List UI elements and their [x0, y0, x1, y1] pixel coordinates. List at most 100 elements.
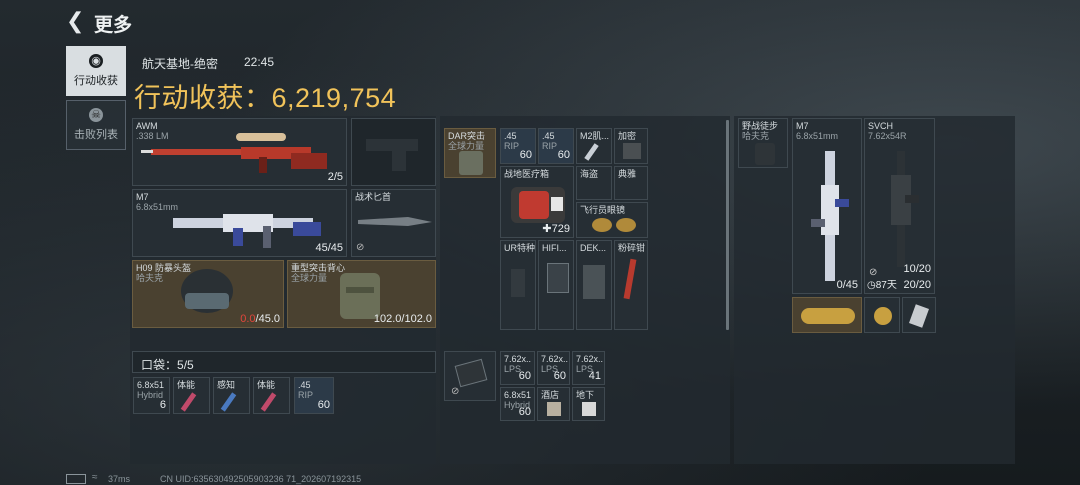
- item-label: 粉碎钳: [618, 243, 646, 253]
- ammo-count: 20/20: [903, 279, 931, 291]
- pliers-icon: [623, 258, 637, 300]
- medkit-slot[interactable]: 战地医疗箱 ✚729: [500, 166, 574, 238]
- bag-item[interactable]: 酒店: [537, 387, 570, 421]
- item-label: 7.62x..: [541, 354, 569, 364]
- ammo-count: 45/45: [315, 242, 343, 254]
- goggles-icon: [592, 218, 636, 232]
- magazine-count: 10/20: [903, 263, 931, 275]
- tab-loot-label: 行动收获: [74, 75, 118, 87]
- no-mod-icon: ⊘: [356, 242, 365, 253]
- stored-weapon-svch[interactable]: SVCH 7.62x54R ⊘ 10/20 ◷87天 20/20: [864, 118, 935, 294]
- syringe-icon: [260, 392, 277, 412]
- item-label: 6.8x51: [504, 390, 532, 400]
- helmet-slot[interactable]: H09 防暴头盔 哈夫克 0.0/45.0: [132, 260, 284, 328]
- coin-icon: [874, 307, 892, 325]
- item-label: 体能: [177, 380, 196, 390]
- chest-item[interactable]: .45 RIP 60: [500, 128, 536, 164]
- pocket-item[interactable]: 感知: [213, 377, 250, 414]
- chest-item[interactable]: 飞行员眼镜: [576, 202, 648, 238]
- item-count: 41: [588, 370, 601, 382]
- syringe-icon: [180, 392, 197, 412]
- pocket-title: 口袋：: [141, 358, 178, 372]
- knife-slot[interactable]: 战术匕首 ⊘: [351, 189, 436, 257]
- pocket-count: 5/5: [177, 358, 194, 372]
- bag-item[interactable]: 7.62x.. LPS 41: [572, 351, 605, 385]
- syringe-icon: [220, 392, 237, 412]
- pocket-item[interactable]: 6.8x51 Hybrid 6: [133, 377, 170, 414]
- helmet-durability: 0.0/45.0: [240, 313, 280, 325]
- chest-item[interactable]: 典雅: [614, 166, 648, 200]
- tab-loot[interactable]: ◉ 行动收获: [66, 46, 126, 96]
- weapon-slot-awm[interactable]: AWM .338 LM 2/5: [132, 118, 347, 186]
- back-arrow-icon[interactable]: ❮: [66, 10, 86, 32]
- chest-item[interactable]: HIFI...: [538, 240, 574, 330]
- item-label: .45: [298, 380, 311, 390]
- drive-icon: [623, 143, 641, 159]
- knife-name: 战术匕首: [355, 192, 392, 202]
- harvest-value: 6,219,754: [271, 83, 397, 113]
- map-name: 航天基地-绝密: [142, 57, 218, 71]
- scrollbar[interactable]: [726, 120, 729, 330]
- item-label: 地下: [576, 390, 595, 400]
- chest-rig-slot[interactable]: DAR突击 全球力量: [444, 128, 496, 178]
- device-icon: [583, 265, 605, 299]
- item-label: 飞行员眼镜: [580, 205, 626, 215]
- medkit-uses: ✚729: [542, 223, 570, 235]
- item-label: 海盗: [580, 169, 599, 179]
- item-sublabel: RIP: [298, 390, 314, 400]
- item-count: 6: [159, 399, 166, 411]
- item-label: DEK...: [580, 243, 607, 253]
- match-time: 22:45: [244, 55, 275, 69]
- pocket-item[interactable]: 体能: [173, 377, 210, 414]
- weapon-name: M7: [796, 121, 809, 131]
- backpack-slot[interactable]: ⊘: [444, 351, 496, 401]
- safe-box-slot[interactable]: 野战徒步 哈夫克: [738, 118, 788, 168]
- armor-slot[interactable]: 重型突击背心 全球力量 102.0/102.0: [287, 260, 436, 328]
- bag-item[interactable]: 7.62x.. LPS 60: [537, 351, 570, 385]
- chest-item[interactable]: UR特种: [500, 240, 536, 330]
- chest-item[interactable]: 海盗: [576, 166, 612, 200]
- chest-item[interactable]: DEK...: [576, 240, 612, 330]
- stored-weapon-m7[interactable]: M7 6.8x51mm 0/45: [792, 118, 862, 294]
- no-mod-icon: ⊘: [451, 386, 460, 397]
- sniper-rifle-icon: [141, 133, 327, 173]
- pocket-label: 口袋：5/5: [141, 356, 194, 372]
- safe-brand: 哈夫克: [742, 131, 770, 141]
- item-count: 60: [557, 149, 570, 161]
- chest-item[interactable]: 粉碎钳: [614, 240, 648, 330]
- valuable-item[interactable]: [902, 297, 936, 333]
- assault-rifle-icon: [173, 214, 321, 248]
- pocket-item[interactable]: .45 RIP 60: [294, 377, 334, 414]
- assault-rifle-icon: [811, 151, 849, 281]
- item-count: 60: [518, 370, 531, 382]
- knife-icon: [358, 217, 432, 226]
- item-label: 典雅: [618, 169, 637, 179]
- weapon-name: M7: [136, 192, 149, 202]
- helmet-dur-max: /45.0: [255, 313, 280, 325]
- ping: 37ms: [108, 474, 131, 484]
- card-icon: [909, 304, 929, 328]
- bag-item[interactable]: 6.8x51 Hybrid 60: [500, 387, 535, 421]
- weapon-slot-m7[interactable]: M7 6.8x51mm 45/45: [132, 189, 347, 257]
- gold-chain-icon: [801, 308, 855, 324]
- keycard-icon: [547, 402, 561, 416]
- stimulant-icon: [584, 143, 599, 161]
- pistol-icon: [366, 139, 418, 171]
- valuable-item[interactable]: [864, 297, 900, 333]
- item-sublabel: RIP: [542, 141, 558, 151]
- chest-item[interactable]: 加密: [614, 128, 648, 164]
- chest-item[interactable]: M2肌...: [576, 128, 612, 164]
- battery-icon: [66, 474, 86, 484]
- chest-item[interactable]: .45 RIP 60: [538, 128, 574, 164]
- helmet-dur-current: 0.0: [240, 313, 256, 325]
- pistol-slot[interactable]: [351, 118, 436, 186]
- item-count: 60: [518, 406, 531, 418]
- bag-item[interactable]: 7.62x.. LPS 60: [500, 351, 535, 385]
- tab-kills-label: 击败列表: [74, 129, 118, 141]
- item-label: 体能: [257, 380, 276, 390]
- bag-item[interactable]: 地下: [572, 387, 605, 421]
- tab-kills[interactable]: ☠ 击败列表: [66, 100, 126, 150]
- pocket-item[interactable]: 体能: [253, 377, 290, 414]
- valuable-item[interactable]: [792, 297, 862, 333]
- item-count: 60: [519, 149, 532, 161]
